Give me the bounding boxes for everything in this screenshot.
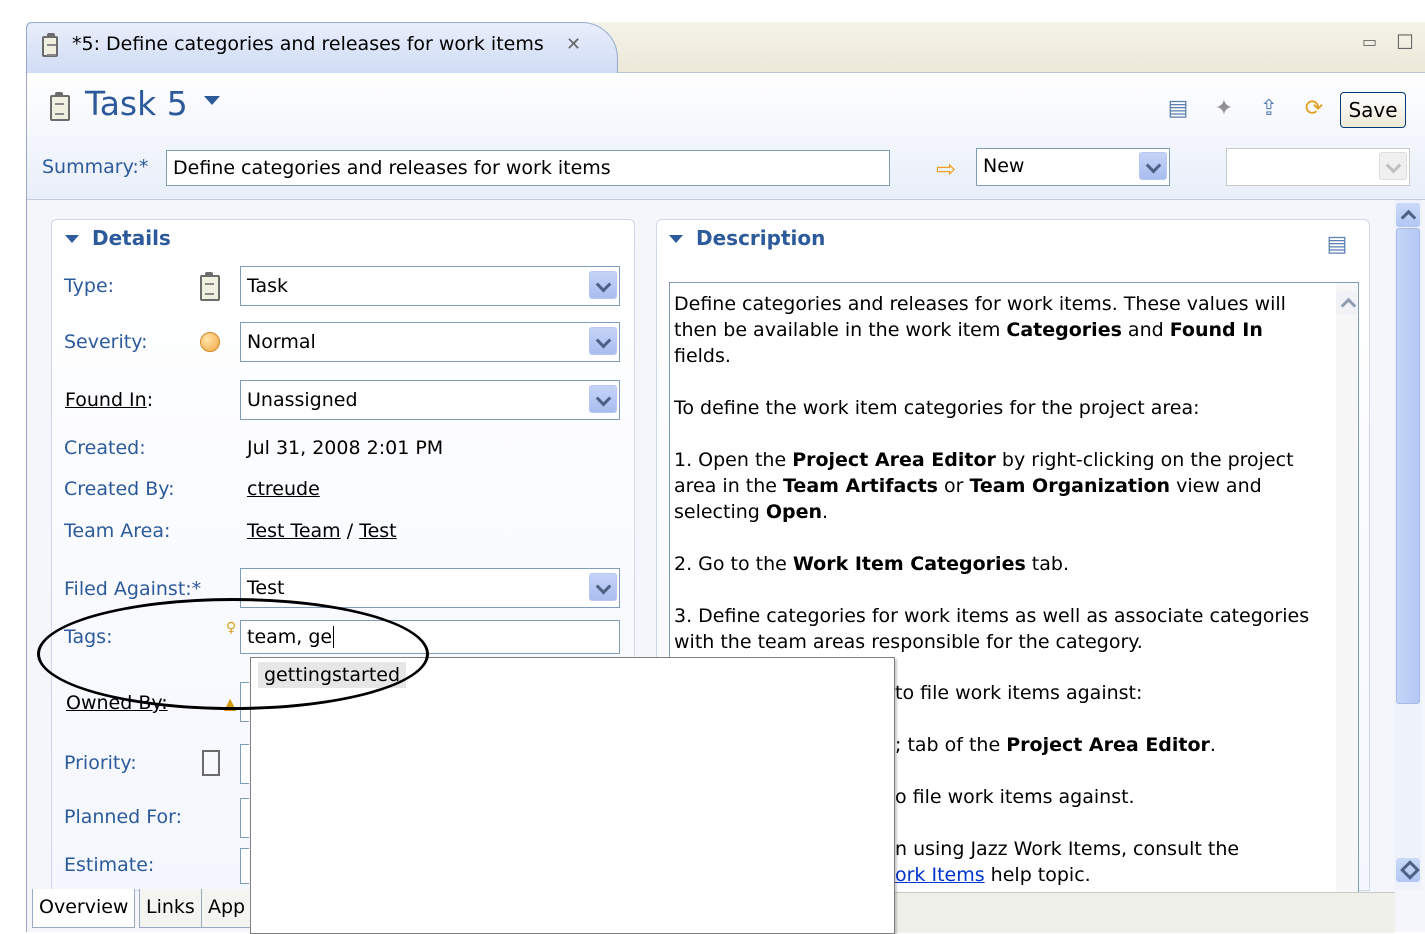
summary-label: Summary:* xyxy=(42,156,149,178)
collapse-icon[interactable] xyxy=(669,235,683,243)
state-value: New xyxy=(983,155,1025,177)
find-related-icon[interactable]: ▤ xyxy=(1163,94,1193,124)
annotation-ellipse xyxy=(37,598,429,710)
description-paragraph: 3. Define categories for work items as w… xyxy=(674,605,1310,653)
team-area-label: Team Area: xyxy=(64,520,171,542)
tab-links[interactable]: Links xyxy=(139,889,202,928)
priority-label: Priority: xyxy=(64,752,137,774)
description-paragraph: To define the work item categories for t… xyxy=(674,397,1200,419)
type-label: Type: xyxy=(64,275,115,297)
tab-approvals[interactable]: App xyxy=(201,889,253,928)
priority-combo[interactable] xyxy=(240,744,249,784)
severity-normal-icon xyxy=(200,332,220,352)
description-heading[interactable]: Description xyxy=(696,226,825,250)
details-heading[interactable]: Details xyxy=(92,226,171,250)
status-strip xyxy=(893,892,1395,933)
found-in-value: Unassigned xyxy=(247,389,358,411)
scroll-down-icon[interactable] xyxy=(1396,858,1420,882)
severity-combo[interactable]: Normal xyxy=(240,322,620,362)
resolution-combo xyxy=(1226,148,1410,186)
description-fragment: to file work items against: xyxy=(895,682,1143,704)
found-in-label[interactable]: Found In: xyxy=(65,389,153,411)
maximize-icon[interactable]: ☐ xyxy=(1396,30,1414,54)
export-icon[interactable]: ⇪ xyxy=(1254,94,1284,124)
tab-overview[interactable]: Overview xyxy=(32,889,136,928)
estimate-input[interactable] xyxy=(240,848,249,884)
scroll-up-icon[interactable] xyxy=(1396,203,1420,227)
description-fragment: ; tab of the Project Area Editor. xyxy=(895,734,1216,756)
created-by-link[interactable]: ctreude xyxy=(247,478,320,500)
created-by-label: Created By: xyxy=(64,478,175,500)
scroll-up-icon[interactable] xyxy=(1336,291,1358,315)
chevron-down-icon[interactable] xyxy=(589,385,617,413)
chevron-down-icon[interactable] xyxy=(589,573,617,601)
task-icon xyxy=(50,92,70,121)
description-paragraph: Define categories and releases for work … xyxy=(674,293,1286,367)
chevron-down-icon[interactable] xyxy=(589,271,617,299)
description-paragraph: 1. Open the Project Area Editor by right… xyxy=(674,449,1294,523)
editor-tab-title: *5: Define categories and releases for w… xyxy=(72,33,544,55)
area-link[interactable]: Test xyxy=(359,520,396,542)
workflow-action-icon: ⇨ xyxy=(936,155,957,183)
page-title: Task 5 xyxy=(85,84,188,123)
minimize-icon[interactable]: ▭ xyxy=(1362,32,1377,51)
refresh-icon[interactable]: ⟳ xyxy=(1299,94,1329,124)
description-scrollbar[interactable] xyxy=(1336,283,1358,898)
help-topic-link[interactable]: ork Items xyxy=(895,864,985,886)
edit-description-icon[interactable]: ▤ xyxy=(1322,230,1352,260)
severity-value: Normal xyxy=(247,331,316,353)
state-combo[interactable]: New xyxy=(976,148,1170,186)
subscribe-icon[interactable]: ✦ xyxy=(1209,94,1239,124)
severity-label: Severity: xyxy=(64,331,148,353)
scrollbar-thumb[interactable] xyxy=(1396,228,1420,704)
description-fragment: ork Items help topic. xyxy=(895,864,1091,886)
description-fragment: o file work items against. xyxy=(895,786,1135,808)
priority-icon xyxy=(202,750,220,776)
description-text: Define categories and releases for work … xyxy=(674,291,1314,681)
type-value: Task xyxy=(247,275,289,297)
team-area-value: Test Team / Test xyxy=(247,520,397,542)
filed-against-value: Test xyxy=(247,577,285,599)
description-paragraph: 2. Go to the Work Item Categories tab. xyxy=(674,553,1069,575)
planned-for-combo[interactable] xyxy=(240,798,249,838)
chevron-down-icon[interactable] xyxy=(1139,152,1167,180)
save-button[interactable]: Save xyxy=(1340,92,1406,128)
chevron-down-icon[interactable] xyxy=(589,327,617,355)
description-fragment: n using Jazz Work Items, consult the xyxy=(895,838,1240,860)
planned-for-label: Planned For: xyxy=(64,806,183,828)
chevron-down-icon xyxy=(1379,152,1407,180)
chevron-down-icon[interactable] xyxy=(204,96,220,105)
found-in-combo[interactable]: Unassigned xyxy=(240,380,620,420)
type-combo[interactable]: Task xyxy=(240,266,620,306)
close-icon[interactable]: ✕ xyxy=(566,34,581,55)
filed-against-label: Filed Against:* xyxy=(64,578,202,600)
team-link[interactable]: Test Team xyxy=(247,520,341,542)
collapse-icon[interactable] xyxy=(65,235,79,243)
created-value: Jul 31, 2008 2:01 PM xyxy=(247,437,444,459)
created-label: Created: xyxy=(64,437,146,459)
summary-input[interactable]: Define categories and releases for work … xyxy=(166,150,890,186)
estimate-label: Estimate: xyxy=(64,854,155,876)
task-icon xyxy=(200,272,220,301)
task-icon xyxy=(42,33,58,57)
